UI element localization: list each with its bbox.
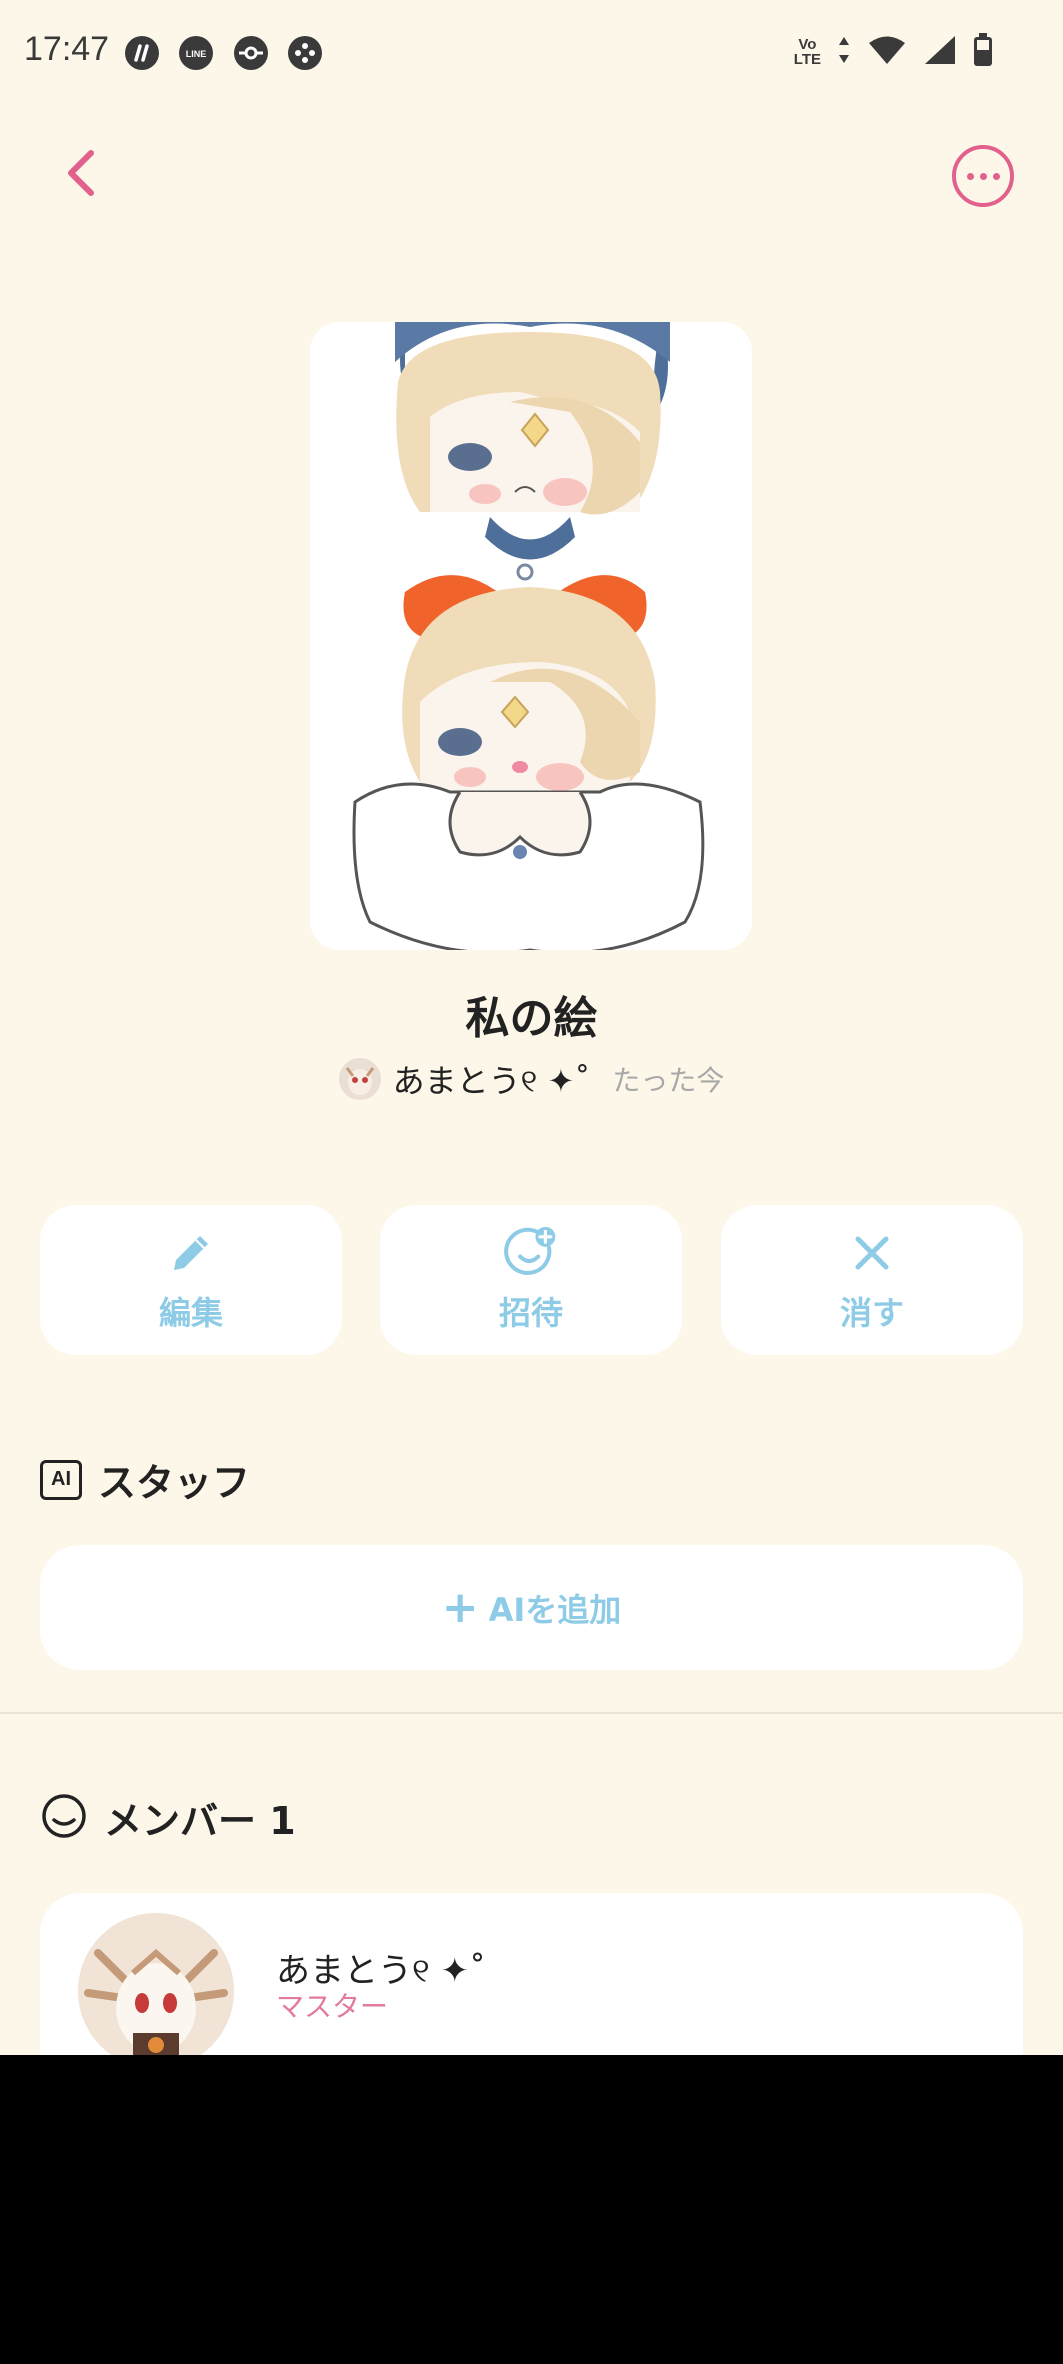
more-options-button[interactable] — [952, 145, 1014, 207]
battery-icon — [973, 33, 993, 71]
back-button[interactable] — [52, 145, 108, 205]
volte-indicator: Vo LTE — [793, 36, 821, 68]
invite-label: 招待 — [498, 1294, 563, 1332]
chevron-left-icon — [63, 149, 97, 201]
member-list-item[interactable]: あまとう୧ ✦˚ マスター — [40, 1893, 1023, 2055]
status-time: 17:47 — [24, 30, 110, 68]
cover-image[interactable] — [310, 322, 752, 950]
member-avatar — [78, 1913, 234, 2055]
more-horizontal-icon — [966, 172, 974, 180]
owner-row[interactable]: あまとう୧ ✦˚ たった今 — [0, 1056, 1063, 1102]
game-controller-icon — [288, 36, 322, 70]
close-x-icon — [845, 1226, 899, 1280]
data-arrows-icon — [837, 35, 851, 69]
owner-avatar — [338, 1058, 381, 1100]
pokeball-icon — [234, 36, 268, 70]
owner-name: あまとう୧ ✦˚ — [392, 1062, 591, 1100]
wifi-icon — [867, 34, 907, 70]
cell-signal-icon — [923, 34, 957, 70]
smile-icon — [40, 1792, 88, 1844]
status-bar: 17:47 LINE Vo LTE — [0, 0, 1063, 108]
delete-button[interactable]: 消す — [721, 1205, 1023, 1355]
invite-smile-plus-icon — [504, 1226, 558, 1280]
staff-section-header: AI スタッフ — [40, 1452, 250, 1507]
notification-app-icon — [125, 36, 159, 70]
artwork-illustration — [310, 322, 752, 950]
add-ai-button[interactable]: + AIを追加 — [40, 1545, 1023, 1670]
system-navigation-area — [0, 2055, 1063, 2364]
members-section-header: メンバー 1 — [40, 1790, 296, 1845]
staff-title: スタッフ — [98, 1461, 251, 1505]
status-indicators: Vo LTE — [794, 32, 993, 72]
line-app-icon: LINE — [179, 36, 213, 70]
timestamp: たった今 — [612, 1064, 725, 1097]
pencil-icon — [164, 1226, 218, 1280]
edit-button[interactable]: 編集 — [40, 1205, 342, 1355]
project-title: 私の絵 — [465, 993, 598, 1044]
ai-badge-icon: AI — [40, 1459, 82, 1500]
delete-label: 消す — [839, 1294, 904, 1332]
members-title: メンバー 1 — [104, 1799, 296, 1843]
section-divider — [0, 1712, 1063, 1714]
plus-icon: + — [441, 1581, 479, 1633]
app-screen: 17:47 LINE Vo LTE 私の絵 あまとう୧ ✦˚ たった今 編集 招… — [0, 0, 1063, 2055]
invite-button[interactable]: 招待 — [380, 1205, 682, 1355]
svg-text:LINE: LINE — [186, 49, 207, 59]
add-ai-label: AIを追加 — [488, 1590, 622, 1629]
member-role: マスター — [276, 1990, 389, 2023]
edit-label: 編集 — [158, 1294, 223, 1332]
members-count: 1 — [269, 1799, 296, 1843]
